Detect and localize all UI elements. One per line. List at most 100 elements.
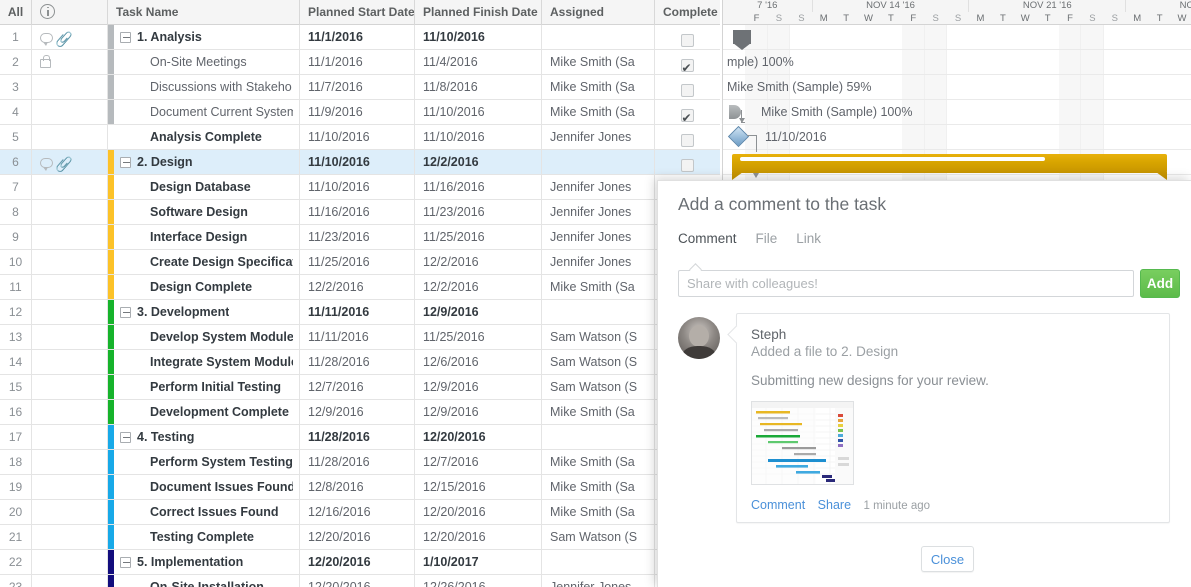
complete-checkbox[interactable] (680, 158, 694, 172)
task-name-cell[interactable]: Document Current System (108, 100, 300, 124)
task-name-cell[interactable]: Create Design Specificat (108, 250, 300, 274)
task-name-cell[interactable]: Integrate System Module (108, 350, 300, 374)
assigned-cell[interactable] (542, 150, 655, 174)
planned-start-date-cell[interactable]: 11/11/2016 (300, 300, 415, 324)
planned-finish-date-cell[interactable]: 12/20/2016 (415, 500, 542, 524)
planned-start-date-cell[interactable]: 11/10/2016 (300, 150, 415, 174)
complete-cell[interactable] (655, 125, 719, 149)
planned-finish-date-cell[interactable]: 11/10/2016 (415, 25, 542, 49)
assigned-cell[interactable]: Jennifer Jones (542, 200, 655, 224)
row-number[interactable]: 18 (0, 450, 32, 474)
task-name-cell[interactable]: Software Design (108, 200, 300, 224)
gantt-milestone-marker[interactable] (727, 125, 750, 148)
comment-icon[interactable] (40, 32, 53, 46)
row-number[interactable]: 11 (0, 275, 32, 299)
row-number[interactable]: 14 (0, 350, 32, 374)
table-row[interactable]: 20 Correct Issues Found 12/16/2016 12/20/20… (0, 500, 720, 525)
table-row[interactable]: 8 Software Design 11/16/2016 11/23/2016 Jenn… (0, 200, 720, 225)
assigned-cell[interactable]: Jennifer Jones (542, 125, 655, 149)
table-row[interactable]: 5 Analysis Complete 11/10/2016 11/10/2016 Je… (0, 125, 720, 150)
row-indicators[interactable] (32, 325, 108, 349)
planned-start-date-cell[interactable]: 11/10/2016 (300, 125, 415, 149)
planned-start-date-cell[interactable]: 12/16/2016 (300, 500, 415, 524)
row-number[interactable]: 1 (0, 25, 32, 49)
complete-cell[interactable] (655, 25, 719, 49)
table-row[interactable]: 12 3. Development 11/11/2016 12/9/2016 (0, 300, 720, 325)
complete-cell[interactable] (655, 100, 719, 124)
table-row[interactable]: 10 Create Design Specificat 11/25/2016 12/2… (0, 250, 720, 275)
column-header-assigned[interactable]: Assigned (542, 0, 655, 25)
row-number[interactable]: 23 (0, 575, 32, 587)
row-number[interactable]: 22 (0, 550, 32, 574)
table-row[interactable]: 14 Integrate System Module 11/28/2016 12/6/… (0, 350, 720, 375)
task-name-cell[interactable]: Analysis Complete (108, 125, 300, 149)
table-row[interactable]: 18 Perform System Testing 11/28/2016 12/7/2… (0, 450, 720, 475)
row-indicators[interactable] (32, 125, 108, 149)
planned-start-date-cell[interactable]: 11/1/2016 (300, 25, 415, 49)
task-name-cell[interactable]: Interface Design (108, 225, 300, 249)
collapse-toggle-icon[interactable] (120, 306, 131, 318)
table-row[interactable]: 19 Document Issues Found 12/8/2016 12/15/20… (0, 475, 720, 500)
row-indicators[interactable] (32, 375, 108, 399)
assigned-cell[interactable]: Sam Watson (S (542, 525, 655, 549)
table-row[interactable]: 9 Interface Design 11/23/2016 11/25/2016 Jen… (0, 225, 720, 250)
row-number[interactable]: 20 (0, 500, 32, 524)
planned-start-date-cell[interactable]: 11/23/2016 (300, 225, 415, 249)
row-number[interactable]: 10 (0, 250, 32, 274)
planned-finish-date-cell[interactable]: 12/20/2016 (415, 525, 542, 549)
complete-checkbox[interactable] (680, 56, 694, 74)
row-number[interactable]: 15 (0, 375, 32, 399)
row-number[interactable]: 9 (0, 225, 32, 249)
row-indicators[interactable] (32, 575, 108, 587)
assigned-cell[interactable]: Mike Smith (Sa (542, 275, 655, 299)
planned-finish-date-cell[interactable]: 11/23/2016 (415, 200, 542, 224)
row-number[interactable]: 13 (0, 325, 32, 349)
planned-finish-date-cell[interactable]: 12/9/2016 (415, 300, 542, 324)
table-row[interactable]: 23 On-Site Installation 12/20/2016 12/26/20… (0, 575, 720, 587)
tab-comment[interactable]: Comment (678, 231, 737, 246)
complete-checkbox[interactable] (680, 106, 694, 124)
planned-finish-date-cell[interactable]: 12/2/2016 (415, 150, 542, 174)
comment-reply-link[interactable]: Comment (751, 498, 805, 512)
planned-finish-date-cell[interactable]: 11/8/2016 (415, 75, 542, 99)
column-header-complete[interactable]: Complete (655, 0, 719, 25)
column-header-task-name[interactable]: Task Name (108, 0, 300, 25)
row-indicators[interactable] (32, 400, 108, 424)
task-name-cell[interactable]: 2. Design (108, 150, 300, 174)
row-indicators[interactable] (32, 300, 108, 324)
planned-finish-date-cell[interactable]: 11/25/2016 (415, 325, 542, 349)
row-indicators[interactable] (32, 200, 108, 224)
planned-finish-date-cell[interactable]: 12/9/2016 (415, 375, 542, 399)
assigned-cell[interactable]: Sam Watson (S (542, 350, 655, 374)
assigned-cell[interactable]: Mike Smith (Sa (542, 500, 655, 524)
table-row[interactable]: 4 Document Current System 11/9/2016 11/10/2… (0, 100, 720, 125)
planned-finish-date-cell[interactable]: 1/10/2017 (415, 550, 542, 574)
table-row[interactable]: 6 2. Design 11/10/201612/2/2016 (0, 150, 720, 175)
row-indicators[interactable] (32, 525, 108, 549)
comment-share-link[interactable]: Share (818, 498, 851, 512)
planned-start-date-cell[interactable]: 11/1/2016 (300, 50, 415, 74)
planned-finish-date-cell[interactable]: 11/10/2016 (415, 100, 542, 124)
planned-finish-date-cell[interactable]: 12/2/2016 (415, 250, 542, 274)
table-row[interactable]: 17 4. Testing 11/28/2016 12/20/2016 (0, 425, 720, 450)
planned-start-date-cell[interactable]: 12/20/2016 (300, 575, 415, 587)
row-number[interactable]: 5 (0, 125, 32, 149)
row-number[interactable]: 17 (0, 425, 32, 449)
table-row[interactable]: 13 Develop System Modules 11/11/2016 11/25/… (0, 325, 720, 350)
assigned-cell[interactable]: Mike Smith (Sa (542, 400, 655, 424)
table-row[interactable]: 1 1. Analysis 11/1/201611/10/2016 (0, 25, 720, 50)
assigned-cell[interactable]: Mike Smith (Sa (542, 75, 655, 99)
gantt-summary-bar[interactable] (733, 30, 751, 50)
assigned-cell[interactable]: Mike Smith (Sa (542, 100, 655, 124)
task-name-cell[interactable]: 1. Analysis (108, 25, 300, 49)
row-indicators[interactable] (32, 450, 108, 474)
assigned-cell[interactable]: Jennifer Jones (542, 225, 655, 249)
row-indicators[interactable] (32, 225, 108, 249)
planned-start-date-cell[interactable]: 11/25/2016 (300, 250, 415, 274)
table-row[interactable]: 15 Perform Initial Testing 12/7/2016 12/9/2… (0, 375, 720, 400)
assigned-cell[interactable] (542, 425, 655, 449)
task-name-cell[interactable]: 5. Implementation (108, 550, 300, 574)
planned-start-date-cell[interactable]: 11/7/2016 (300, 75, 415, 99)
row-number[interactable]: 12 (0, 300, 32, 324)
column-header-planned-finish-date[interactable]: Planned Finish Date (415, 0, 542, 25)
